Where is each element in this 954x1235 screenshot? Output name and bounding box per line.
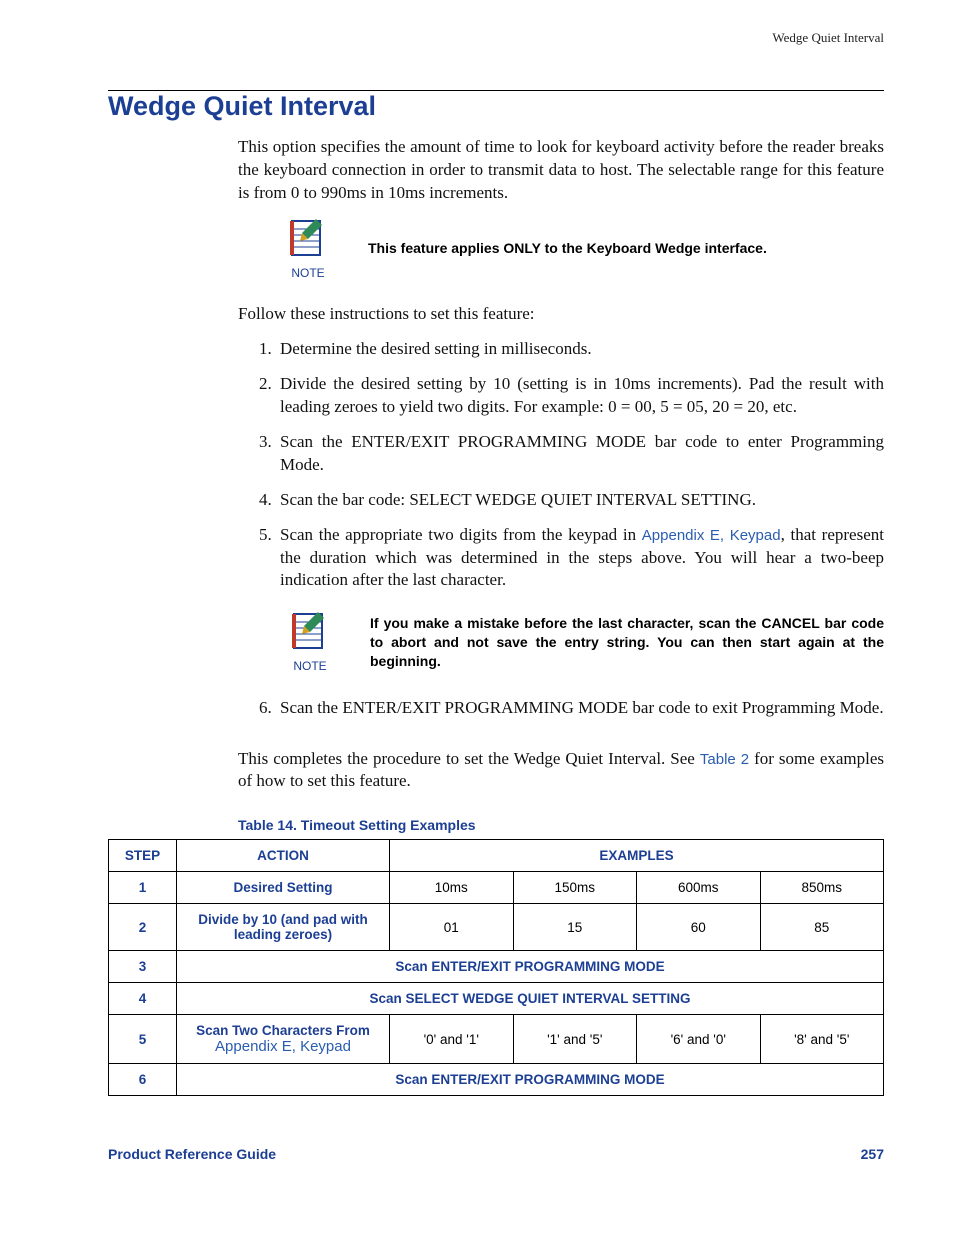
step-3: Scan the ENTER/EXIT PROGRAMMING MODE bar… [276, 431, 884, 477]
note-text-2: If you make a mistake before the last ch… [370, 614, 884, 671]
cell: '8' and '5' [760, 1015, 884, 1064]
examples-table: STEP ACTION EXAMPLES 1 Desired Setting 1… [108, 839, 884, 1096]
cell-action: Divide by 10 (and pad with leading zeroe… [177, 904, 390, 951]
follow-paragraph: Follow these instructions to set this fe… [238, 303, 884, 326]
running-header: Wedge Quiet Interval [108, 30, 884, 52]
table-row: 5 Scan Two Characters From Appendix E, K… [109, 1015, 884, 1064]
cell: '1' and '5' [513, 1015, 637, 1064]
cell-step: 6 [109, 1064, 177, 1096]
th-action: ACTION [177, 840, 390, 872]
cell-action-span: Scan ENTER/EXIT PROGRAMMING MODE [177, 1064, 884, 1096]
cell: '6' and '0' [637, 1015, 761, 1064]
cell: 150ms [513, 872, 637, 904]
step-1: Determine the desired setting in millise… [276, 338, 884, 361]
cell-action: Desired Setting [177, 872, 390, 904]
note-label: NOTE [280, 658, 340, 674]
cell: 85 [760, 904, 884, 951]
cell-step: 1 [109, 872, 177, 904]
note-icon [288, 610, 332, 654]
note-block-2: NOTE If you make a mistake before the la… [280, 610, 884, 674]
cell: 60 [637, 904, 761, 951]
footer-page-number: 257 [861, 1146, 884, 1162]
r5-action-pre: Scan Two Characters From [196, 1023, 370, 1038]
table-row: 2 Divide by 10 (and pad with leading zer… [109, 904, 884, 951]
table-row: 4 Scan SELECT WEDGE QUIET INTERVAL SETTI… [109, 983, 884, 1015]
page-footer: Product Reference Guide 257 [108, 1146, 884, 1162]
cell-action: Scan Two Characters From Appendix E, Key… [177, 1015, 390, 1064]
cell-step: 2 [109, 904, 177, 951]
cell-step: 4 [109, 983, 177, 1015]
cell-step: 3 [109, 951, 177, 983]
closing-paragraph: This completes the procedure to set the … [238, 748, 884, 794]
step-2: Divide the desired setting by 10 (settin… [276, 373, 884, 419]
table-row: 1 Desired Setting 10ms 150ms 600ms 850ms [109, 872, 884, 904]
intro-paragraph: This option specifies the amount of time… [238, 136, 884, 205]
cell: 850ms [760, 872, 884, 904]
cell-step: 5 [109, 1015, 177, 1064]
closing-pre: This completes the procedure to set the … [238, 749, 700, 768]
step-6: Scan the ENTER/EXIT PROGRAMMING MODE bar… [276, 697, 884, 720]
note-text-1: This feature applies ONLY to the Keyboar… [368, 239, 767, 258]
footer-left: Product Reference Guide [108, 1146, 276, 1162]
table-row: 3 Scan ENTER/EXIT PROGRAMMING MODE [109, 951, 884, 983]
th-examples: EXAMPLES [390, 840, 884, 872]
cell: 01 [390, 904, 514, 951]
step-4: Scan the bar code: SELECT WEDGE QUIET IN… [276, 489, 884, 512]
table-caption: Table 14. Timeout Setting Examples [238, 817, 884, 833]
th-step: STEP [109, 840, 177, 872]
r5-action-link[interactable]: Appendix E, Keypad [215, 1038, 351, 1055]
section-title: Wedge Quiet Interval [108, 91, 884, 122]
table-link[interactable]: Table 2 [700, 751, 749, 768]
appendix-link[interactable]: Appendix E, Keypad [642, 527, 781, 544]
cell: 600ms [637, 872, 761, 904]
cell-action-span: Scan ENTER/EXIT PROGRAMMING MODE [177, 951, 884, 983]
note-label: NOTE [278, 265, 338, 281]
note-block-1: NOTE This feature applies ONLY to the Ke… [278, 217, 884, 281]
steps-list: Determine the desired setting in millise… [238, 338, 884, 720]
note-icon [286, 217, 330, 261]
cell: '0' and '1' [390, 1015, 514, 1064]
step-5-pre: Scan the appropriate two digits from the… [280, 525, 642, 544]
table-header-row: STEP ACTION EXAMPLES [109, 840, 884, 872]
step-5: Scan the appropriate two digits from the… [276, 524, 884, 675]
cell-action-span: Scan SELECT WEDGE QUIET INTERVAL SETTING [177, 983, 884, 1015]
table-row: 6 Scan ENTER/EXIT PROGRAMMING MODE [109, 1064, 884, 1096]
cell: 15 [513, 904, 637, 951]
cell: 10ms [390, 872, 514, 904]
